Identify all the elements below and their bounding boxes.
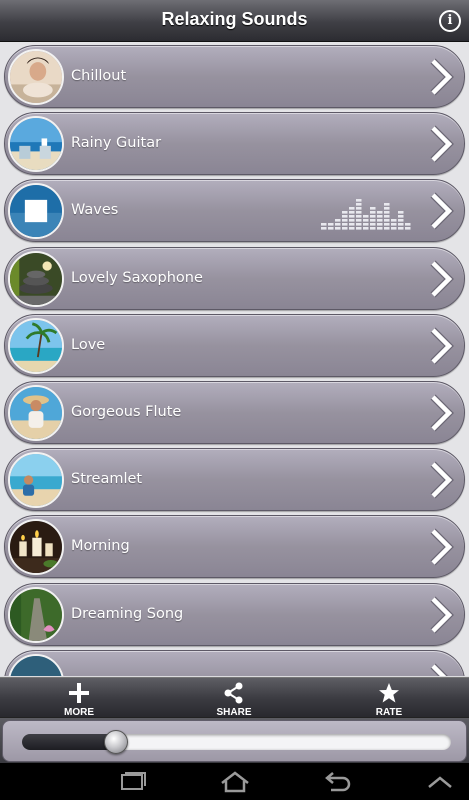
sound-title: Morning <box>71 538 130 555</box>
sound-row[interactable]: Rainy Guitar <box>4 112 465 176</box>
equalizer-icon <box>321 199 411 230</box>
share-icon <box>224 682 243 704</box>
up-icon <box>428 776 452 788</box>
sound-thumbnail <box>8 385 64 441</box>
chevron-right-icon[interactable] <box>428 394 454 432</box>
home-button[interactable] <box>218 770 252 794</box>
chevron-right-icon[interactable] <box>428 58 454 96</box>
sound-title: Waves <box>71 202 119 219</box>
app-header: Relaxing Sounds i <box>0 0 469 42</box>
chevron-right-icon[interactable] <box>428 528 454 566</box>
sound-row[interactable]: Morning <box>4 515 465 579</box>
sound-thumbnail <box>8 519 64 576</box>
sound-row[interactable]: Gorgeous Flute <box>4 381 465 444</box>
sound-list: Chillout Rainy Guitar Waves Lovely Saxophon… <box>0 42 469 676</box>
progress-slider-fill <box>22 734 117 750</box>
chevron-right-icon[interactable] <box>428 125 454 163</box>
share-button[interactable]: SHARE <box>194 680 274 718</box>
back-button[interactable] <box>319 770 353 794</box>
sound-row[interactable] <box>4 649 465 676</box>
progress-slider-track[interactable] <box>22 734 451 750</box>
star-icon <box>379 683 399 703</box>
sound-title: Lovely Saxophone <box>71 269 203 286</box>
bottom-toolbar: MORE SHARE RATE <box>0 677 469 718</box>
sound-title: Chillout <box>71 68 127 84</box>
player-bar <box>0 717 469 763</box>
sound-title: Gorgeous Flute <box>71 404 182 420</box>
sound-thumbnail <box>8 116 64 173</box>
chevron-right-icon[interactable] <box>428 596 454 634</box>
chevron-right-icon[interactable] <box>428 663 454 676</box>
app-title: Relaxing Sounds <box>161 9 308 29</box>
sound-row[interactable]: Lovely Saxophone <box>4 246 465 310</box>
sound-row[interactable]: Dreaming Song <box>4 582 465 646</box>
sound-thumbnail <box>8 452 64 509</box>
player-panel <box>2 720 467 762</box>
progress-slider-handle[interactable] <box>104 730 129 754</box>
info-icon[interactable]: i <box>439 10 461 32</box>
sound-title: Dreaming Song <box>71 605 184 622</box>
back-icon <box>325 772 351 792</box>
stop-icon[interactable] <box>8 183 64 240</box>
sound-thumbnail <box>8 653 64 676</box>
chevron-right-icon[interactable] <box>428 260 454 298</box>
more-button[interactable]: MORE <box>39 680 119 718</box>
sound-thumbnail <box>8 317 64 374</box>
sound-row[interactable]: Streamlet <box>4 448 465 512</box>
sound-thumbnail <box>8 586 64 643</box>
sound-title: Rainy Guitar <box>71 135 162 152</box>
chevron-right-icon[interactable] <box>428 192 454 230</box>
chevron-right-icon[interactable] <box>428 461 454 499</box>
plus-icon <box>69 683 89 703</box>
sound-title: Streamlet <box>71 471 143 488</box>
chevron-right-icon[interactable] <box>428 327 454 365</box>
sound-thumbnail <box>8 49 64 105</box>
sound-row[interactable]: Love <box>4 313 465 377</box>
home-icon <box>221 771 249 793</box>
sound-title: Love <box>71 336 106 353</box>
recent-apps-icon <box>121 772 146 790</box>
system-nav-bar <box>0 763 469 800</box>
sound-row[interactable]: Waves <box>4 179 465 243</box>
sound-row[interactable]: Chillout <box>4 45 465 108</box>
recent-apps-button[interactable] <box>116 770 150 794</box>
rate-button[interactable]: RATE <box>349 680 429 718</box>
up-button[interactable] <box>423 770 457 794</box>
sound-thumbnail <box>8 250 64 307</box>
